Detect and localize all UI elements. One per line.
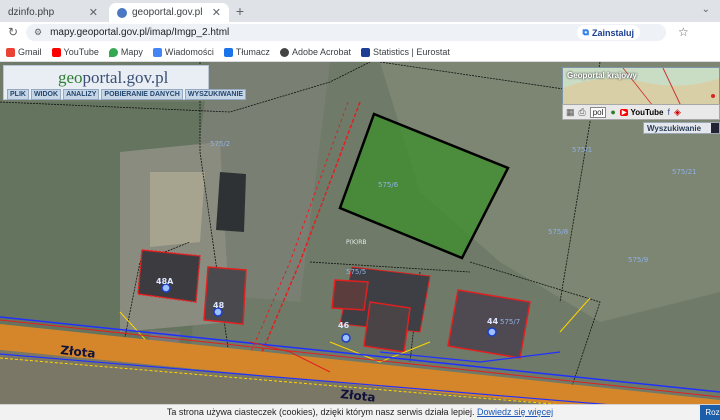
install-icon: ⧉ <box>582 27 589 37</box>
geoportal-menu: PLIK WIDOK ANALIZY POBIERANIE DANYCH WYS… <box>7 89 247 100</box>
new-tab-button[interactable]: + <box>232 3 248 19</box>
bookmarks-bar: Gmail YouTube Mapy Wiadomości Tłumacz Ad… <box>0 43 720 62</box>
acrobat-icon <box>279 47 289 57</box>
bookmark-gmail[interactable]: Gmail <box>6 47 42 57</box>
menu-analysis[interactable]: ANALIZY <box>63 89 100 100</box>
cookie-banner: Ta strona używa ciasteczek (cookies), dz… <box>0 404 720 420</box>
parcel-label: 575/8 <box>548 228 568 236</box>
menu-search[interactable]: WYSZUKIWANIE <box>184 89 247 100</box>
cookie-text: Ta strona używa ciasteczek (cookies), dz… <box>166 407 475 417</box>
bookmark-eurostat[interactable]: Statistics | Eurostat <box>360 47 450 57</box>
parcel-label: 575/7 <box>500 318 520 326</box>
map-tools-bar: ▦ ⎙ pol ● ▶ YouTube f ◈ <box>562 104 720 120</box>
minimap-title: Geoportal krajowy <box>567 71 637 80</box>
alert-icon[interactable]: ◈ <box>674 107 681 118</box>
bookmark-label: Statistics | Eurostat <box>372 47 450 57</box>
bookmark-label: YouTube <box>63 47 99 57</box>
eu-flag-icon <box>360 47 370 57</box>
bookmark-youtube[interactable]: YouTube <box>51 47 99 57</box>
address-label: 44 <box>487 317 499 326</box>
search-panel-header[interactable]: Wyszukiwanie <box>643 122 720 134</box>
collapse-icon[interactable] <box>711 123 719 133</box>
settings-icon[interactable]: ● <box>610 107 615 117</box>
parcel-label: 575/5 <box>346 268 366 276</box>
overview-minimap[interactable]: Geoportal krajowy <box>562 67 720 105</box>
url-text: mapy.geoportal.gov.pl/imap/Imgp_2.html <box>50 27 230 38</box>
address-label: 48A <box>156 277 174 286</box>
parcel-label: 575/9 <box>628 256 648 264</box>
tab-label: geoportal.gov.pl <box>132 7 203 18</box>
gmail-icon <box>6 47 15 57</box>
address-label: 48 <box>213 301 225 310</box>
table-icon[interactable]: ▦ <box>566 107 575 118</box>
reload-icon[interactable]: ↻ <box>8 25 18 39</box>
cookie-learn-more-link[interactable]: Dowiedz się więcej <box>477 407 553 417</box>
install-label: Zainstaluj <box>591 27 634 38</box>
usage-label: P(K)RB <box>346 239 367 246</box>
language-select[interactable]: pol <box>589 106 607 118</box>
tab-dzinfo[interactable]: dzinfo.php ✕ <box>0 3 106 22</box>
browser-toolbar: ↻ ⚙ mapy.geoportal.gov.pl/imap/Imgp_2.ht… <box>0 22 720 43</box>
close-tab-icon[interactable]: ✕ <box>212 6 221 19</box>
translate-icon <box>223 47 233 57</box>
news-icon <box>152 47 162 57</box>
tab-label: dzinfo.php <box>8 7 55 18</box>
bookmark-label: Mapy <box>120 47 143 57</box>
bookmark-label: Wiadomości <box>164 47 214 57</box>
play-icon: ▶ <box>619 108 629 116</box>
youtube-link[interactable]: ▶ YouTube <box>619 107 664 117</box>
close-tab-icon[interactable]: ✕ <box>89 6 98 19</box>
site-info-icon[interactable]: ⚙ <box>34 27 42 38</box>
print-icon[interactable]: ⎙ <box>579 107 586 118</box>
parcel-label: 575/2 <box>210 140 230 148</box>
bookmark-news[interactable]: Wiadomości <box>152 47 214 57</box>
geoportal-header: geoportal.gov.pl PLIK WIDOK ANALIZY POBI… <box>3 65 247 100</box>
youtube-label: YouTube <box>630 107 664 117</box>
facebook-icon[interactable]: f <box>668 107 671 117</box>
menu-file[interactable]: PLIK <box>7 89 29 100</box>
geoportal-logo[interactable]: geoportal.gov.pl <box>58 68 168 88</box>
search-panel-title: Wyszukiwanie <box>647 124 702 133</box>
tab-geoportal[interactable]: geoportal.gov.pl ✕ <box>109 3 229 22</box>
bookmark-maps[interactable]: Mapy <box>108 47 143 57</box>
bookmark-label: Tłumacz <box>235 47 270 57</box>
bookmark-label: Adobe Acrobat <box>291 47 351 57</box>
tab-strip: dzinfo.php ✕ geoportal.gov.pl ✕ + ⌄ <box>0 0 720 22</box>
address-bar[interactable]: ⚙ mapy.geoportal.gov.pl/imap/Imgp_2.html… <box>26 24 666 41</box>
address-label: 46 <box>338 321 350 330</box>
parcel-label: 575/21 <box>672 168 697 176</box>
bookmark-acrobat[interactable]: Adobe Acrobat <box>279 47 351 57</box>
cookie-accept-button[interactable]: Roz <box>700 405 720 420</box>
parcel-label: 575/1 <box>572 146 592 154</box>
maps-pin-icon <box>108 47 118 57</box>
install-app-button[interactable]: ⧉ Zainstaluj <box>576 25 640 40</box>
parcel-label: 575/6 <box>378 181 399 189</box>
menu-view[interactable]: WIDOK <box>30 89 62 100</box>
menu-download[interactable]: POBIERANIE DANYCH <box>101 89 183 100</box>
youtube-icon <box>51 47 61 57</box>
tab-search-icon[interactable]: ⌄ <box>702 4 710 15</box>
bookmark-label: Gmail <box>18 47 42 57</box>
map-viewport[interactable]: 575/2 575/1 575/6 575/8 575/5 575/7 575/… <box>0 62 720 420</box>
globe-icon <box>117 7 127 18</box>
bookmark-translate[interactable]: Tłumacz <box>223 47 270 57</box>
bookmark-star-icon[interactable]: ☆ <box>678 25 689 39</box>
